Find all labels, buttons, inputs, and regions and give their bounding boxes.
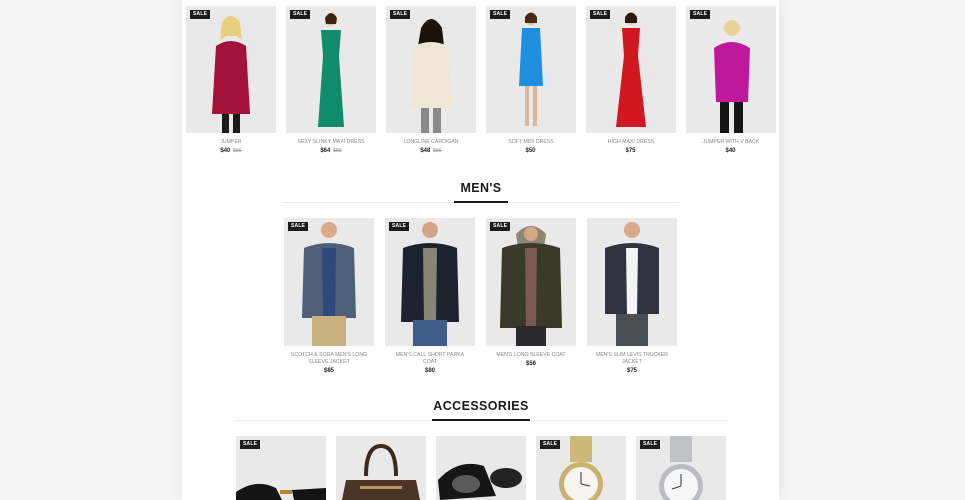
product-card[interactable]: SALE Men's Call Short Parka Coat $80 <box>385 218 475 374</box>
product-price: $40 $80 <box>186 148 276 154</box>
product-card[interactable]: SALE <box>636 436 726 500</box>
product-name[interactable]: High Maxi Dress <box>586 139 676 146</box>
sale-badge: SALE <box>190 10 211 19</box>
sale-badge: SALE <box>690 10 711 19</box>
product-price: $75 <box>626 368 637 374</box>
sale-badge: SALE <box>240 440 261 449</box>
product-name[interactable]: Sexy Slinky Maxi Dress <box>286 139 376 146</box>
product-image[interactable] <box>587 218 677 346</box>
product-price: $50 <box>486 148 576 154</box>
sale-badge: SALE <box>290 10 311 19</box>
product-price: $56 <box>525 361 536 367</box>
old-price: $80 <box>433 148 442 154</box>
sale-badge: SALE <box>390 10 411 19</box>
product-name[interactable]: Jumper <box>186 139 276 146</box>
sale-badge: SALE <box>288 222 309 231</box>
product-card[interactable]: SALE High Maxi Dress $75 <box>586 6 676 154</box>
product-name[interactable]: Men's Slim Levis Trucker Jacket <box>587 352 677 366</box>
product-image[interactable]: SALE <box>586 6 676 133</box>
title-underline <box>454 201 508 203</box>
product-image[interactable]: SALE <box>486 6 576 133</box>
product-name[interactable]: Soft Midi Dress <box>486 139 576 146</box>
current-price: $40 <box>725 148 736 154</box>
product-card[interactable]: SALE Sexy Slinky Maxi Dress $64 $80 <box>286 6 376 154</box>
product-card[interactable]: SALE <box>536 436 626 500</box>
product-image[interactable]: SALE <box>186 6 276 133</box>
sale-badge: SALE <box>389 222 410 231</box>
product-image[interactable] <box>336 436 426 500</box>
current-price: $48 <box>420 148 431 154</box>
product-card[interactable] <box>336 436 426 500</box>
product-card[interactable]: SALE Men's Long Sleeve Coat $56 <box>486 218 576 367</box>
sale-badge: SALE <box>640 440 661 449</box>
product-image[interactable]: SALE <box>286 6 376 133</box>
product-name[interactable]: Longline Cardigan <box>386 139 476 146</box>
product-name[interactable]: Scotch & Soda Men's Long Sleeve Jacket <box>284 352 374 366</box>
product-image[interactable]: SALE <box>686 6 776 133</box>
product-card[interactable]: SALE Jumper With V Back $40 <box>686 6 776 154</box>
sale-badge: SALE <box>490 222 511 231</box>
product-image[interactable]: SALE <box>386 6 476 133</box>
product-price: $48 $80 <box>386 148 476 154</box>
old-price: $80 <box>233 148 242 154</box>
sale-badge: SALE <box>490 10 511 19</box>
product-price: $85 <box>323 368 334 374</box>
product-card[interactable]: SALE <box>236 436 326 500</box>
current-price: $75 <box>625 148 636 154</box>
sale-badge: SALE <box>590 10 611 19</box>
product-card[interactable]: SALE Longline Cardigan $48 $80 <box>386 6 476 154</box>
product-card[interactable]: SALE Soft Midi Dress $50 <box>486 6 576 154</box>
old-price: $80 <box>333 148 342 154</box>
current-price: $64 <box>320 148 331 154</box>
mens-section-title[interactable]: MEN'S <box>420 181 542 195</box>
product-name[interactable]: Men's Call Short Parka Coat <box>385 352 475 366</box>
product-image[interactable]: SALE <box>486 218 576 346</box>
product-image[interactable]: SALE <box>236 436 326 500</box>
product-card[interactable]: Men's Slim Levis Trucker Jacket $75 <box>587 218 677 374</box>
product-price: $75 <box>586 148 676 154</box>
sale-badge: SALE <box>540 440 561 449</box>
accessories-section-title[interactable]: ACCESSORIES <box>400 399 562 413</box>
current-price: $40 <box>220 148 231 154</box>
product-image[interactable]: SALE <box>385 218 475 346</box>
product-image[interactable]: SALE <box>284 218 374 346</box>
product-price: $80 <box>424 368 435 374</box>
title-underline <box>432 419 530 421</box>
product-price: $64 $80 <box>286 148 376 154</box>
current-price: $50 <box>525 148 536 154</box>
product-image[interactable]: SALE <box>536 436 626 500</box>
product-name[interactable]: Jumper With V Back <box>686 139 776 146</box>
page-content: SALE Jumper $40 $80 SALE Sexy Slinky Max… <box>182 0 779 500</box>
product-image[interactable]: SALE <box>636 436 726 500</box>
product-image[interactable] <box>436 436 526 500</box>
product-name[interactable]: Men's Long Sleeve Coat <box>486 352 576 359</box>
product-card[interactable]: SALE Jumper $40 $80 <box>186 6 276 154</box>
product-card[interactable]: SALE Scotch & Soda Men's Long Sleeve Jac… <box>284 218 374 374</box>
product-card[interactable] <box>436 436 526 500</box>
product-price: $40 <box>686 148 776 154</box>
